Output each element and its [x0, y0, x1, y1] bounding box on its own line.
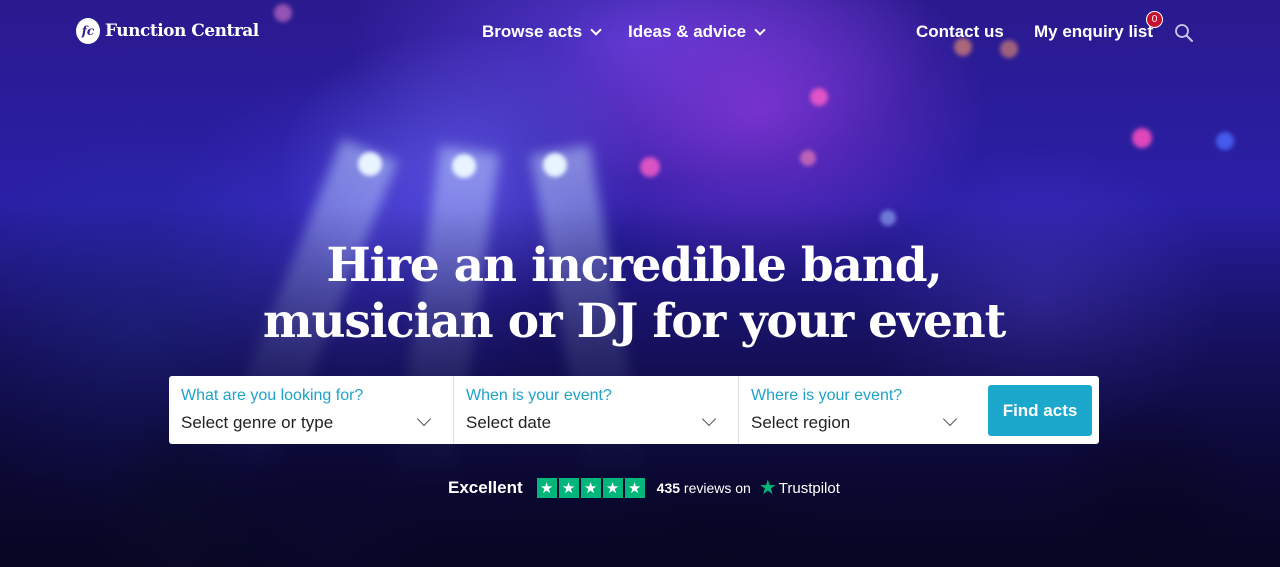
brand-logo[interactable]: fc Function Central	[76, 18, 259, 44]
trustpilot-brand: Trustpilot	[778, 479, 840, 497]
genre-select-value: Select genre or type	[181, 413, 334, 432]
chevron-down-icon	[590, 23, 602, 36]
trustpilot-stars: ★ ★ ★ ★ ★	[536, 478, 645, 498]
review-count-suffix: reviews on	[683, 480, 751, 496]
region-select-label: Where is your event?	[751, 387, 903, 404]
chevron-down-icon	[416, 411, 432, 427]
nav-enquiry-list[interactable]: My enquiry list	[1034, 22, 1153, 42]
nav-browse-acts[interactable]: Browse acts	[482, 22, 602, 42]
star-icon: ★	[624, 478, 645, 498]
chevron-down-icon	[701, 411, 717, 427]
genre-select[interactable]: What are you looking for? Select genre o…	[169, 376, 453, 444]
star-icon: ★	[602, 478, 623, 498]
nav-ideas-advice-label: Ideas & advice	[628, 22, 747, 41]
nav-contact-us-label: Contact us	[916, 22, 1004, 41]
date-select-value: Select date	[466, 413, 552, 432]
nav-contact-us[interactable]: Contact us	[916, 22, 1004, 42]
find-acts-button[interactable]: Find acts	[988, 385, 1092, 436]
trustpilot-star-icon: ★	[758, 477, 777, 499]
review-count-number: 435	[656, 480, 681, 496]
enquiry-count-badge: 0	[1146, 11, 1163, 28]
hero-headline-line1: Hire an incredible band,	[326, 238, 942, 293]
region-select-value: Select region	[751, 413, 851, 432]
hero-headline-line2: musician or DJ for your event	[262, 294, 1007, 349]
star-icon: ★	[558, 478, 579, 498]
chevron-down-icon	[754, 23, 766, 36]
trustpilot-widget[interactable]: Excellent ★ ★ ★ ★ ★ 435 reviews on ★ Tru…	[448, 477, 840, 499]
genre-select-label: What are you looking for?	[181, 387, 364, 404]
logo-mark-icon: fc	[76, 18, 100, 44]
region-select[interactable]: Where is your event? Select region	[739, 376, 979, 444]
nav-enquiry-list-label: My enquiry list	[1034, 22, 1154, 41]
trustpilot-rating-word: Excellent	[448, 478, 523, 497]
date-select-label: When is your event?	[466, 387, 612, 404]
nav-browse-acts-label: Browse acts	[482, 22, 583, 41]
date-select[interactable]: When is your event? Select date	[454, 376, 738, 444]
nav-ideas-advice[interactable]: Ideas & advice	[628, 22, 766, 42]
chevron-down-icon	[942, 411, 958, 427]
trustpilot-review-count: 435 reviews on	[657, 480, 751, 496]
hero-headline: Hire an incredible band, musician or DJ …	[0, 238, 1268, 350]
search-icon[interactable]	[1174, 23, 1194, 43]
act-search-bar: What are you looking for? Select genre o…	[169, 376, 1099, 444]
brand-name: Function Central	[105, 21, 259, 41]
top-navigation: fc Function Central Browse acts Ideas & …	[0, 0, 1280, 64]
star-icon: ★	[580, 478, 601, 498]
trustpilot-logo: ★ Trustpilot	[759, 478, 840, 498]
star-icon: ★	[536, 478, 557, 498]
